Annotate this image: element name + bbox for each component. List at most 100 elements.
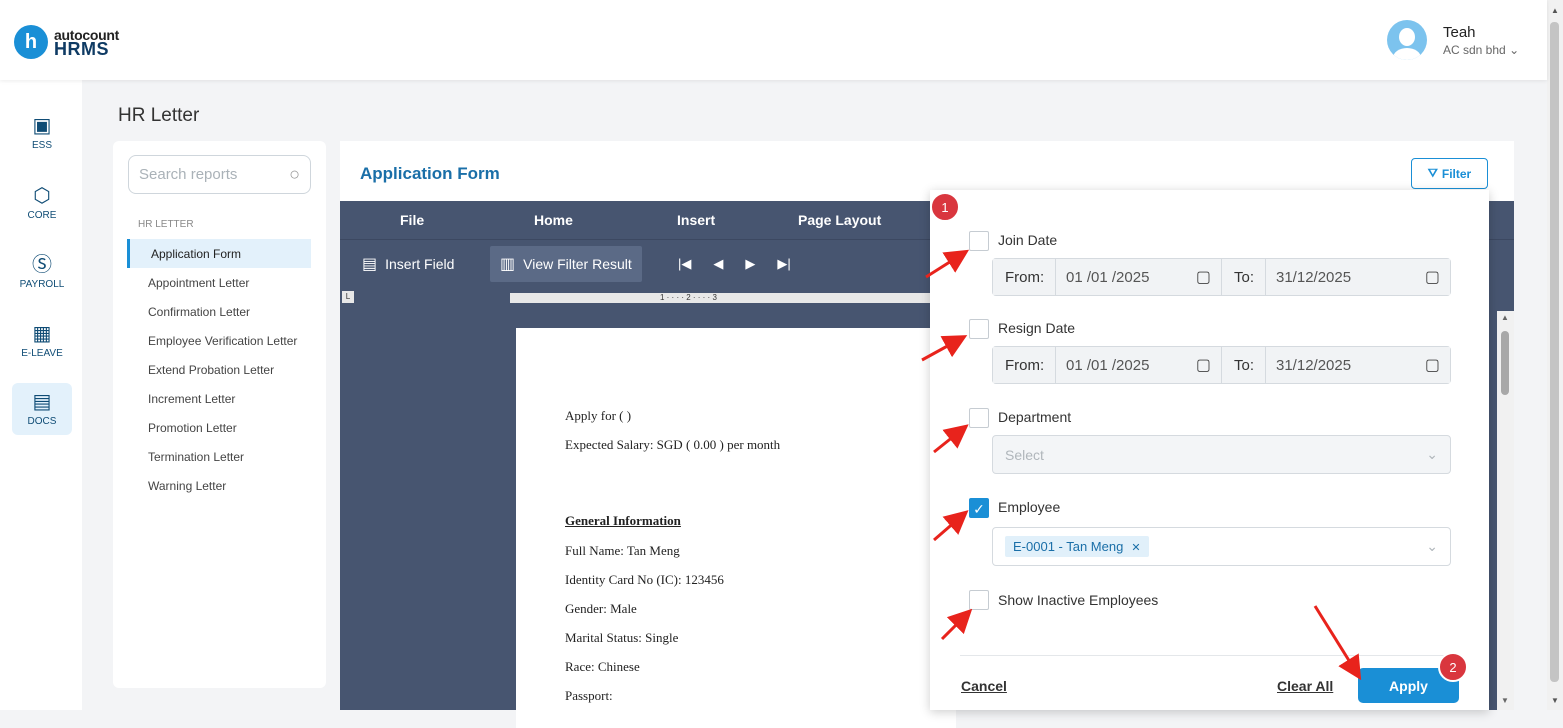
tab-stop-icon[interactable]: L bbox=[342, 291, 354, 303]
join-date-from-input[interactable]: 01 /01 /2025 ▢ bbox=[1056, 259, 1222, 295]
resign-date-label: Resign Date bbox=[998, 320, 1076, 336]
employee-label: Employee bbox=[998, 499, 1061, 515]
search-input[interactable]: Search reports ○ bbox=[128, 155, 311, 194]
cancel-button[interactable]: Cancel bbox=[961, 678, 1007, 694]
calendar-icon[interactable]: ▢ bbox=[1425, 267, 1440, 287]
calendar-icon[interactable]: ▢ bbox=[1196, 267, 1211, 287]
view-filter-result-button[interactable]: ▥ View Filter Result bbox=[490, 246, 642, 282]
employee-select[interactable]: E-0001 - Tan Meng ✕ ⌄ bbox=[992, 527, 1451, 566]
report-group-label: HR LETTER bbox=[138, 219, 194, 230]
step-badge-1: 1 bbox=[930, 192, 960, 222]
show-inactive-label: Show Inactive Employees bbox=[998, 592, 1159, 608]
resign-date-checkbox[interactable] bbox=[969, 319, 989, 339]
report-item-increment-letter[interactable]: Increment Letter bbox=[127, 384, 311, 413]
user-menu[interactable]: Teah AC sdn bhd ⌄ bbox=[1387, 20, 1519, 60]
page-title: HR Letter bbox=[118, 105, 200, 126]
company-selector[interactable]: AC sdn bhd ⌄ bbox=[1443, 43, 1519, 57]
nav-ess[interactable]: ▣ ESS bbox=[12, 107, 72, 159]
page-scrollbar[interactable]: ▲ ▼ bbox=[1547, 0, 1563, 710]
menu-home[interactable]: Home bbox=[534, 212, 573, 228]
step-badge-2: 2 bbox=[1438, 652, 1468, 682]
department-select[interactable]: Select ⌄ bbox=[992, 435, 1451, 474]
menu-page-layout[interactable]: Page Layout bbox=[798, 212, 881, 228]
doc-expected-salary: Expected Salary: SGD ( 0.00 ) per month bbox=[565, 437, 781, 452]
doc-full-name: Full Name: Tan Meng bbox=[565, 543, 680, 558]
side-nav: ▣ ESS ⬡ CORE Ⓢ PAYROLL ▦ E-LEAVE ▤ DOCS bbox=[0, 80, 82, 710]
nav-label: ESS bbox=[31, 140, 52, 151]
scroll-up-icon[interactable]: ▲ bbox=[1551, 6, 1559, 15]
resign-date-to-input[interactable]: 31/12/2025 ▢ bbox=[1266, 347, 1450, 383]
first-page-icon[interactable]: |◀ bbox=[678, 256, 691, 272]
employee-tag: E-0001 - Tan Meng ✕ bbox=[1005, 536, 1149, 557]
join-date-to-input[interactable]: 31/12/2025 ▢ bbox=[1266, 259, 1450, 295]
doc-marital: Marital Status: Single bbox=[565, 630, 679, 645]
view-filter-icon: ▥ bbox=[500, 256, 516, 273]
report-item-extend-probation-letter[interactable]: Extend Probation Letter bbox=[127, 355, 311, 384]
join-date-checkbox[interactable] bbox=[969, 231, 989, 251]
date-value: 01 /01 /2025 bbox=[1066, 356, 1150, 374]
scroll-thumb[interactable] bbox=[1550, 22, 1559, 682]
menu-insert[interactable]: Insert bbox=[677, 212, 715, 228]
date-value: 31/12/2025 bbox=[1276, 268, 1352, 286]
scroll-down-icon[interactable]: ▼ bbox=[1551, 696, 1559, 705]
scroll-thumb[interactable] bbox=[1501, 331, 1509, 395]
resign-date-from-input[interactable]: 01 /01 /2025 ▢ bbox=[1056, 347, 1222, 383]
report-item-employee-verification-letter[interactable]: Employee Verification Letter bbox=[127, 326, 311, 355]
document-page[interactable]: Apply for ( ) Expected Salary: SGD ( 0.0… bbox=[516, 328, 956, 728]
remove-tag-icon[interactable]: ✕ bbox=[1131, 542, 1140, 554]
avatar[interactable] bbox=[1387, 20, 1427, 60]
last-page-icon[interactable]: ▶| bbox=[777, 256, 790, 272]
filter-label: Filter bbox=[1441, 166, 1472, 181]
nav-label: E-LEAVE bbox=[21, 348, 63, 359]
to-label: To: bbox=[1222, 347, 1266, 383]
date-value: 01 /01 /2025 bbox=[1066, 268, 1150, 286]
nav-payroll[interactable]: Ⓢ PAYROLL bbox=[12, 246, 72, 298]
calendar-icon[interactable]: ▢ bbox=[1425, 355, 1440, 375]
employee-checkbox[interactable]: ✓ bbox=[969, 498, 989, 518]
scroll-up-icon[interactable]: ▲ bbox=[1501, 313, 1509, 322]
report-item-appointment-letter[interactable]: Appointment Letter bbox=[127, 268, 311, 297]
report-item-confirmation-letter[interactable]: Confirmation Letter bbox=[127, 297, 311, 326]
core-icon: ⬡ bbox=[33, 185, 51, 207]
prev-page-icon[interactable]: ◀ bbox=[713, 256, 723, 272]
insert-field-button[interactable]: ▤ Insert Field bbox=[352, 246, 464, 282]
nav-core[interactable]: ⬡ CORE bbox=[12, 177, 72, 229]
chevron-down-icon: ⌄ bbox=[1426, 446, 1438, 462]
report-item-termination-letter[interactable]: Termination Letter bbox=[127, 442, 311, 471]
nav-eleave[interactable]: ▦ E-LEAVE bbox=[12, 315, 72, 367]
report-item-application-form[interactable]: Application Form bbox=[127, 239, 311, 268]
horizontal-ruler[interactable]: 1 · · · · 2 · · · · 3 bbox=[510, 293, 940, 303]
nav-label: CORE bbox=[27, 210, 57, 221]
filter-panel: Join Date From: 01 /01 /2025 ▢ To: 31/12/… bbox=[930, 190, 1489, 710]
docs-icon: ▤ bbox=[32, 391, 52, 413]
doc-apply-for: Apply for ( ) bbox=[565, 408, 632, 423]
divider bbox=[960, 655, 1460, 656]
app-logo[interactable]: h autocount HRMS bbox=[14, 25, 119, 59]
department-label: Department bbox=[998, 409, 1072, 425]
doc-passport: Passport: bbox=[565, 688, 613, 703]
clear-all-button[interactable]: Clear All bbox=[1277, 678, 1333, 694]
report-item-promotion-letter[interactable]: Promotion Letter bbox=[127, 413, 311, 442]
department-checkbox[interactable] bbox=[969, 408, 989, 428]
top-bar: h autocount HRMS Teah AC sdn bhd ⌄ bbox=[0, 0, 1547, 80]
ess-icon: ▣ bbox=[32, 115, 52, 137]
from-label: From: bbox=[993, 347, 1056, 383]
report-list: Application Form Appointment Letter Conf… bbox=[127, 239, 311, 500]
scroll-down-icon[interactable]: ▼ bbox=[1501, 696, 1509, 705]
user-name: Teah bbox=[1443, 23, 1476, 41]
calendar-icon[interactable]: ▢ bbox=[1196, 355, 1211, 375]
document-scrollbar[interactable]: ▲ ▼ bbox=[1497, 311, 1514, 710]
show-inactive-checkbox[interactable] bbox=[969, 590, 989, 610]
report-item-warning-letter[interactable]: Warning Letter bbox=[127, 471, 311, 500]
nav-label: DOCS bbox=[27, 416, 57, 427]
search-icon[interactable]: ○ bbox=[289, 164, 300, 185]
menu-file[interactable]: File bbox=[400, 212, 424, 228]
next-page-icon[interactable]: ▶ bbox=[745, 256, 755, 272]
logo-text-bottom: HRMS bbox=[54, 39, 109, 59]
doc-section-title: General Information bbox=[565, 513, 681, 528]
date-value: 31/12/2025 bbox=[1276, 356, 1352, 374]
insert-field-icon: ▤ bbox=[362, 256, 378, 273]
filter-button[interactable]: ⛛ Filter bbox=[1411, 158, 1488, 189]
nav-docs[interactable]: ▤ DOCS bbox=[12, 383, 72, 435]
report-title: Application Form bbox=[360, 164, 500, 183]
